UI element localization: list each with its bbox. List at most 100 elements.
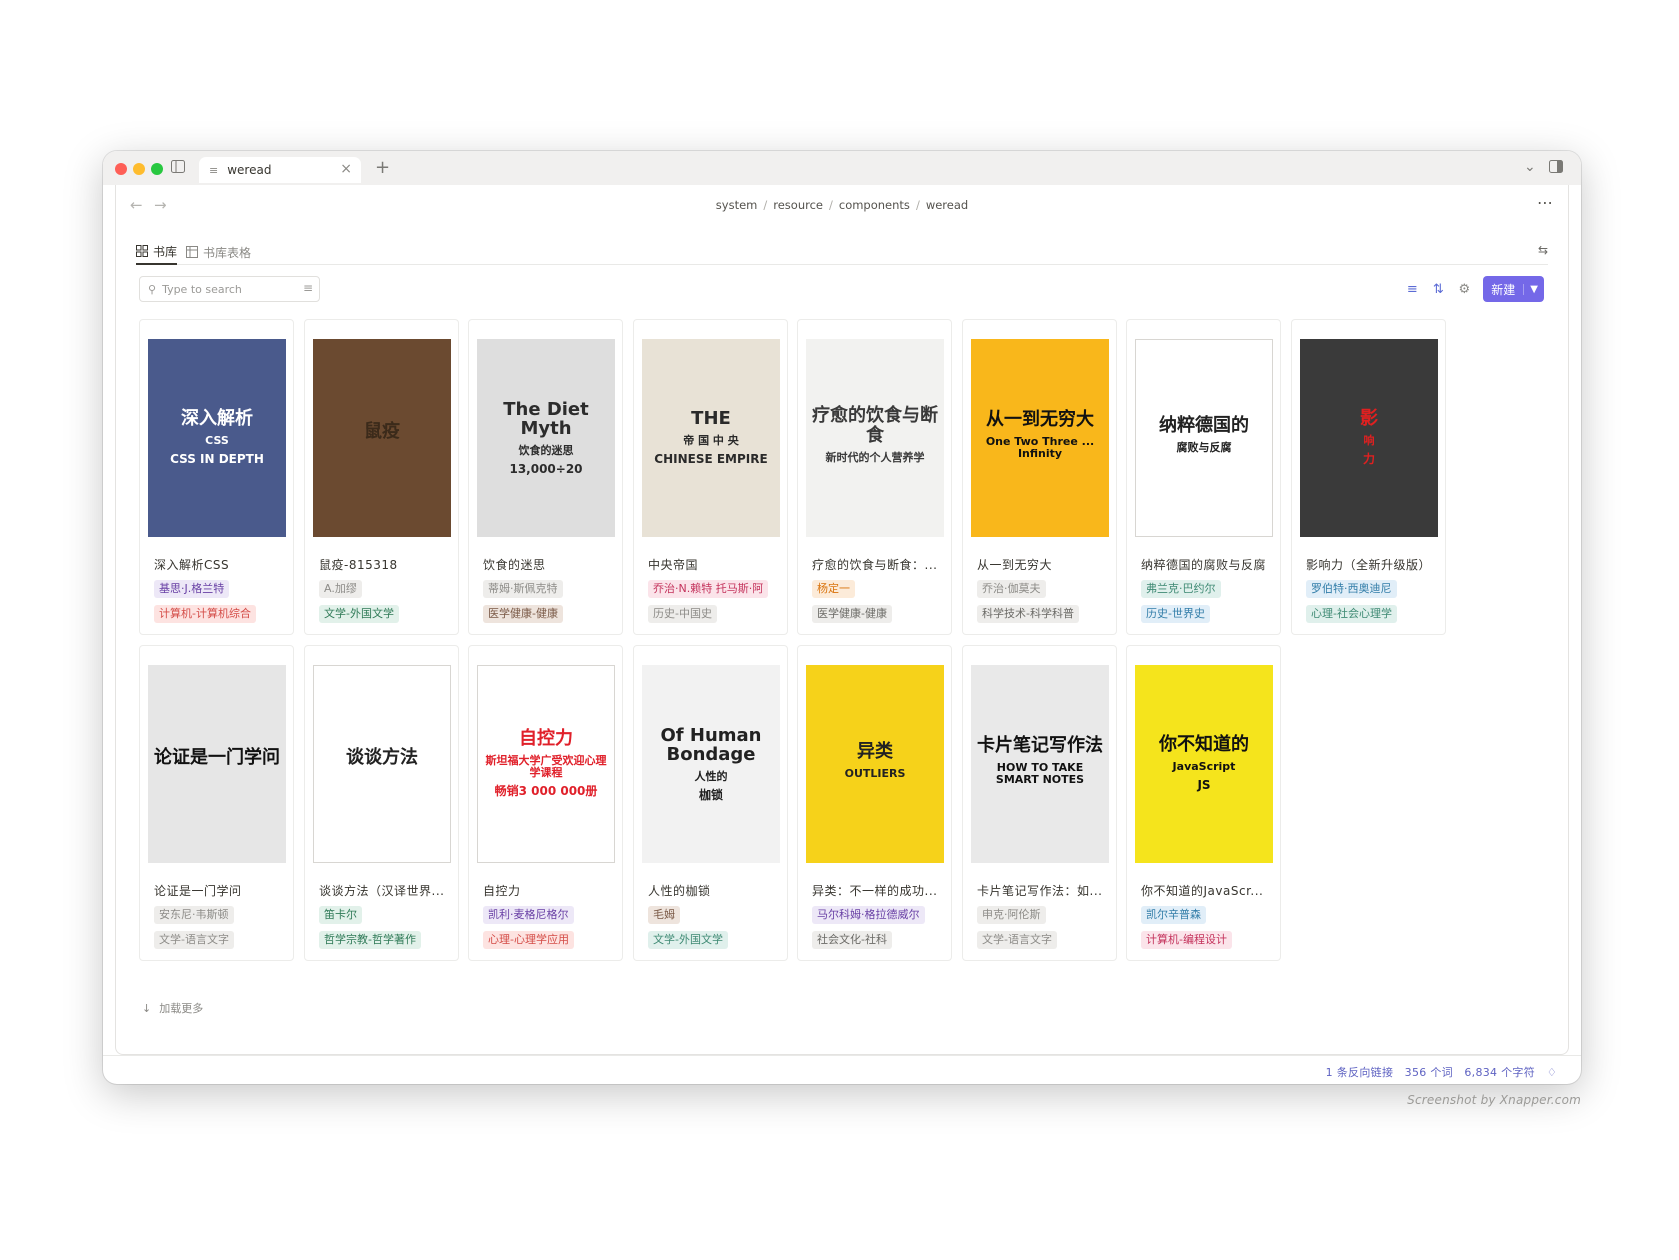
watermark: Screenshot by Xnapper.com xyxy=(1407,1093,1581,1107)
cover-text: THE xyxy=(691,408,731,430)
book-card[interactable]: 纳粹德国的 腐败与反腐 纳粹德国的腐败与反腐 弗兰克·巴约尔 历史-世界史 xyxy=(1126,319,1281,635)
book-card[interactable]: Of Human Bondage 人性的 枷锁 人性的枷锁 毛姆 文学-外国文学 xyxy=(633,645,788,961)
book-card[interactable]: 谈谈方法 谈谈方法（汉译世界... 笛卡尔 哲学宗教-哲学著作 xyxy=(304,645,459,961)
tab-gallery-view[interactable]: 书库 xyxy=(136,239,178,265)
search-options-icon[interactable]: ≡ xyxy=(303,281,313,295)
status-bar: 1 条反向链接 356 个词 6,834 个字符 ♢ xyxy=(103,1055,1581,1084)
cover-text: 异类 xyxy=(857,741,893,763)
book-cover-image[interactable]: 从一到无穷大 One Two Three ... Infinity xyxy=(971,339,1109,537)
book-card[interactable]: 鼠疫 鼠疫-815318 A.加缪 文学-外国文学 xyxy=(304,319,459,635)
author-tag: 蒂姆·斯佩克特 xyxy=(483,580,563,598)
close-window-button[interactable] xyxy=(115,163,127,175)
sort-icon[interactable]: ⇅ xyxy=(1431,282,1445,297)
arrow-down-icon: ↓ xyxy=(142,1001,152,1015)
book-cover-area: THE 帝 国 中 央 CHINESE EMPIRE xyxy=(634,320,787,547)
cover-text: 畅销3 000 000册 xyxy=(494,784,598,799)
book-card[interactable]: 论证是一门学问 论证是一门学问 安东尼·韦斯顿 文学-语言文字 xyxy=(139,645,294,961)
book-cover-image[interactable]: 深入解析 CSS CSS IN DEPTH xyxy=(148,339,286,537)
cover-text: 论证是一门学问 xyxy=(154,747,280,769)
sidebar-toggle-icon[interactable] xyxy=(171,160,185,177)
new-button[interactable]: 新建 ▼ xyxy=(1483,276,1544,302)
cover-text: 纳粹德国的 xyxy=(1159,415,1249,437)
book-cover-image[interactable]: Of Human Bondage 人性的 枷锁 xyxy=(642,665,780,863)
cover-text: 自控力 xyxy=(519,728,573,750)
minimize-window-button[interactable] xyxy=(133,163,145,175)
book-cover-image[interactable]: 异类 OUTLIERS xyxy=(806,665,944,863)
breadcrumb-item[interactable]: weread xyxy=(926,198,968,212)
book-cover-area: 影响力 xyxy=(1292,320,1445,547)
cover-text: 影 xyxy=(1360,408,1378,430)
cover-text: CSS IN DEPTH xyxy=(170,452,264,467)
book-card[interactable]: 你不知道的 JavaScript JS 你不知道的JavaScr... 凯尔辛普森 计算机… xyxy=(1126,645,1281,961)
category-tag: 文学-语言文字 xyxy=(977,931,1057,949)
book-cover-image[interactable]: 谈谈方法 xyxy=(313,665,451,863)
cover-text: 饮食的迷思 xyxy=(518,444,574,458)
view-settings-icon[interactable]: ⇆ xyxy=(1538,243,1548,257)
cover-text: CHINESE EMPIRE xyxy=(654,452,768,467)
more-options-icon[interactable]: ⋯ xyxy=(1537,193,1554,212)
breadcrumb-item[interactable]: system xyxy=(716,198,758,212)
zoom-window-button[interactable] xyxy=(151,163,163,175)
view-switcher: 书库 书库表格 ⇆ xyxy=(136,235,1548,265)
notification-icon[interactable]: ♢ xyxy=(1547,1066,1557,1079)
load-more-button[interactable]: ↓ 加载更多 xyxy=(142,1000,203,1016)
backlinks-count[interactable]: 1 条反向链接 xyxy=(1326,1066,1394,1079)
book-cover-image[interactable]: 纳粹德国的 腐败与反腐 xyxy=(1135,339,1273,537)
book-cover-image[interactable]: 自控力 斯坦福大学广受欢迎心理学课程 畅销3 000 000册 xyxy=(477,665,615,863)
gallery-icon xyxy=(136,245,148,257)
book-cover-image[interactable]: 疗愈的饮食与断食 新时代的个人营养学 xyxy=(806,339,944,537)
book-title: 鼠疫-815318 xyxy=(319,558,398,572)
book-card[interactable]: The Diet Myth 饮食的迷思 13,000÷20 饮食的迷思蒂姆·斯佩克特医… xyxy=(468,319,623,635)
tab-table-view[interactable]: 书库表格 xyxy=(186,239,251,265)
book-title: 疗愈的饮食与断食：... xyxy=(812,558,938,572)
book-cover-image[interactable]: 你不知道的 JavaScript JS xyxy=(1135,665,1273,863)
book-cover-area: 谈谈方法 xyxy=(305,646,458,873)
book-cover-image[interactable]: THE 帝 国 中 央 CHINESE EMPIRE xyxy=(642,339,780,537)
book-card[interactable]: 深入解析 CSS CSS IN DEPTH 深入解析CSS 基思·J.格兰特 计算机-计算… xyxy=(139,319,294,635)
author-tag: 弗兰克·巴约尔 xyxy=(1141,580,1221,598)
book-cover-image[interactable]: 鼠疫 xyxy=(313,339,451,537)
word-count: 356 个词 xyxy=(1404,1066,1453,1079)
filter-icon[interactable]: ≡ xyxy=(1405,282,1419,297)
close-tab-icon[interactable]: × xyxy=(340,161,352,177)
book-cover-area: 异类 OUTLIERS xyxy=(798,646,951,873)
gear-icon[interactable]: ⚙ xyxy=(1457,282,1471,297)
author-tag: A.加缪 xyxy=(319,580,362,598)
book-card[interactable]: THE 帝 国 中 央 CHINESE EMPIRE 中央帝国 乔治·N.赖特 托马斯·… xyxy=(633,319,788,635)
page-frame: ← → system / resource / components / weread ⋯ … xyxy=(115,185,1569,1055)
category-tag: 文学-外国文学 xyxy=(648,931,728,949)
category-tag: 计算机-编程设计 xyxy=(1141,931,1232,949)
book-cover-image[interactable]: 影响力 xyxy=(1300,339,1438,537)
book-title: 你不知道的JavaScr... xyxy=(1141,884,1264,898)
cover-text: 谈谈方法 xyxy=(346,747,418,769)
search-input[interactable]: ⚲ Type to search ≡ xyxy=(139,276,320,302)
cover-text: CSS xyxy=(205,434,229,448)
book-card[interactable]: 影响力影响力（全新升级版） 罗伯特·西奥迪尼 心理-社会心理学 xyxy=(1291,319,1446,635)
book-cover-area: 深入解析 CSS CSS IN DEPTH xyxy=(140,320,293,547)
book-title: 影响力（全新升级版） xyxy=(1306,558,1432,572)
new-tab-button[interactable]: + xyxy=(375,157,390,178)
book-cover-image[interactable]: 卡片笔记写作法 HOW TO TAKE SMART NOTES xyxy=(971,665,1109,863)
app-window: ≡ weread × + ⌄ ← → system / resource / compo… xyxy=(103,151,1581,1084)
cover-text: 响 xyxy=(1363,434,1375,448)
book-card[interactable]: 自控力 斯坦福大学广受欢迎心理学课程 畅销3 000 000册 自控力凯利·麦格尼格尔… xyxy=(468,645,623,961)
book-cover-image[interactable]: The Diet Myth 饮食的迷思 13,000÷20 xyxy=(477,339,615,537)
author-tag: 乔治·伽莫夫 xyxy=(977,580,1046,598)
cover-text: 人性的 xyxy=(694,770,728,784)
cover-text: Of Human Bondage xyxy=(660,724,762,766)
book-card[interactable]: 卡片笔记写作法 HOW TO TAKE SMART NOTES 卡片笔记写作法：如.… xyxy=(962,645,1117,961)
book-card[interactable]: 疗愈的饮食与断食 新时代的个人营养学 疗愈的饮食与断食：... 杨定一 医学健康-健康 xyxy=(797,319,952,635)
breadcrumb-item[interactable]: components xyxy=(839,198,910,212)
right-sidebar-toggle-icon[interactable] xyxy=(1549,160,1563,177)
tab-weread[interactable]: ≡ weread × xyxy=(199,157,361,183)
author-tag: 凯利·麦格尼格尔 xyxy=(483,906,574,924)
category-tag: 医学健康-健康 xyxy=(483,605,563,623)
cover-text: JS xyxy=(1197,778,1211,793)
book-card[interactable]: 异类 OUTLIERS 异类：不一样的成功... 马尔科姆·格拉德威尔 社会文化-社科 xyxy=(797,645,952,961)
category-tag: 历史-中国史 xyxy=(648,605,717,623)
book-card[interactable]: 从一到无穷大 One Two Three ... Infinity 从一到无穷大 乔治… xyxy=(962,319,1117,635)
book-cover-image[interactable]: 论证是一门学问 xyxy=(148,665,286,863)
breadcrumb-item[interactable]: resource xyxy=(773,198,823,212)
chevron-down-icon[interactable]: ⌄ xyxy=(1524,159,1536,175)
chevron-down-icon[interactable]: ▼ xyxy=(1523,283,1538,295)
